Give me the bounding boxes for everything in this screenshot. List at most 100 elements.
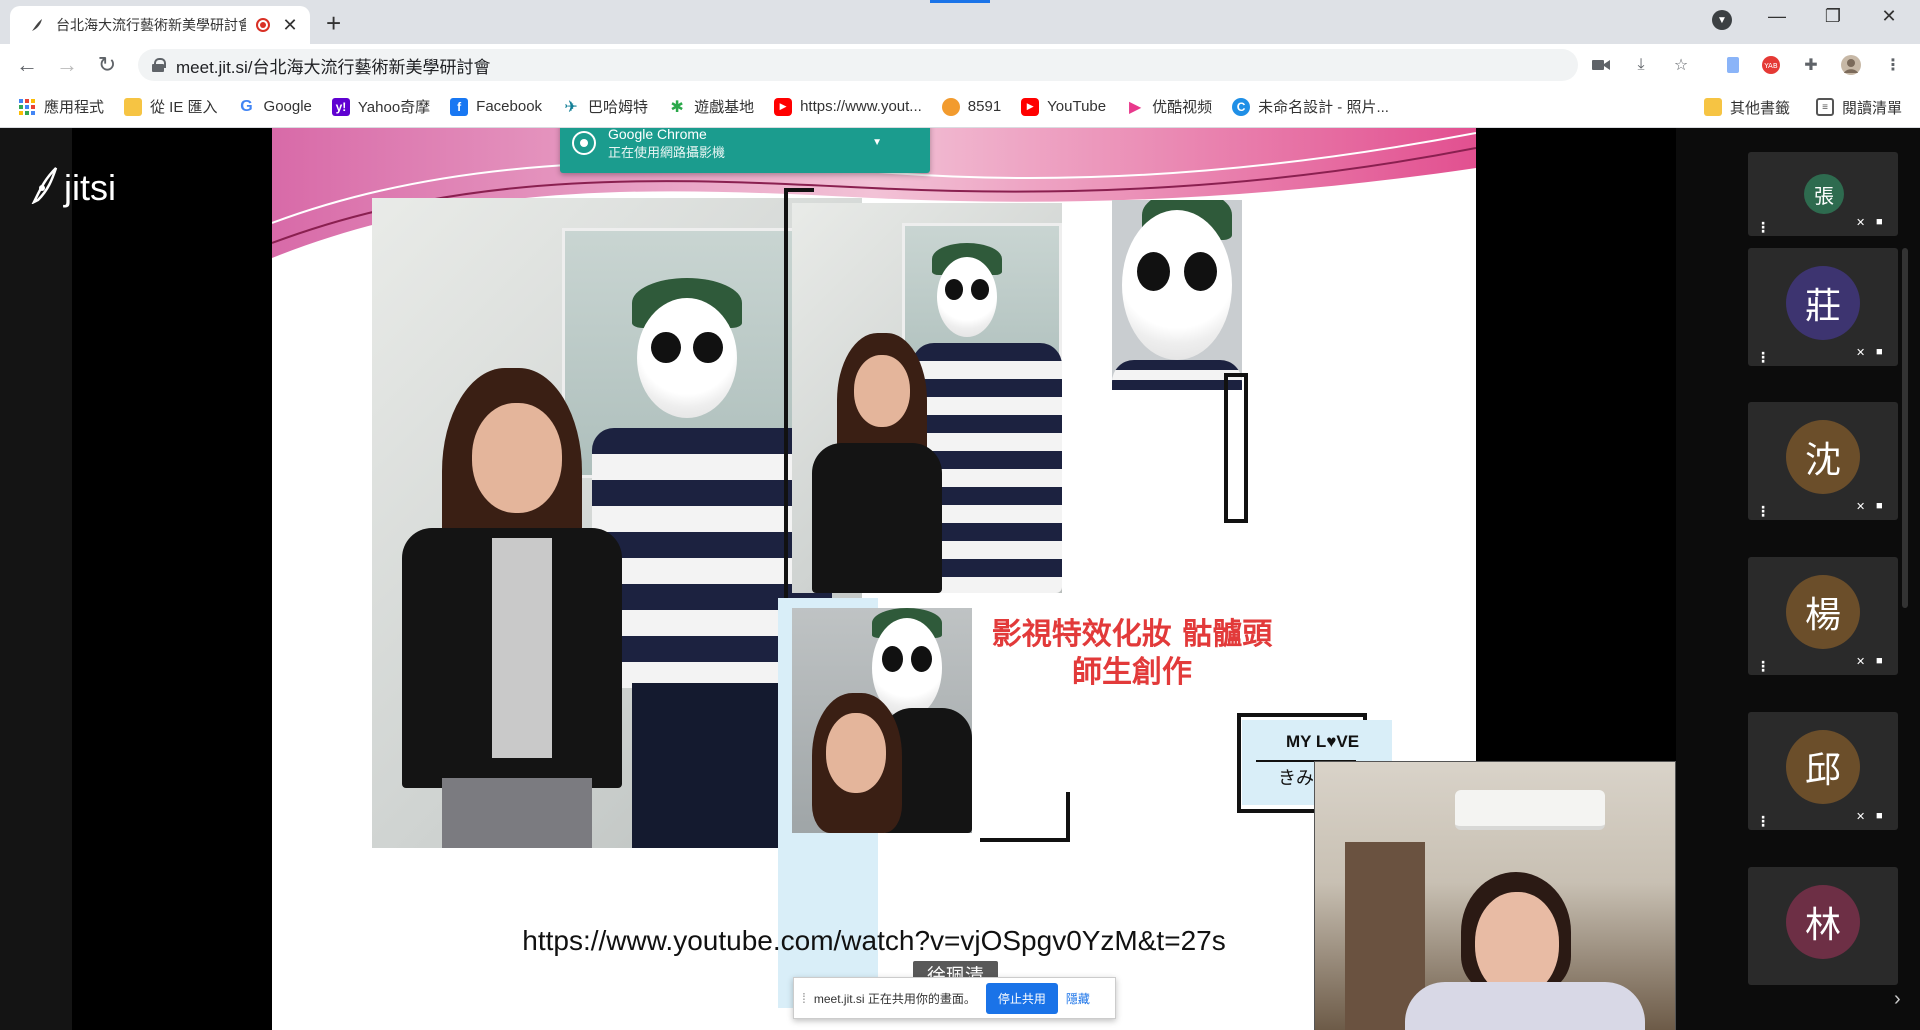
mic-muted-icon: ✕ — [1856, 501, 1866, 513]
participant-tile[interactable]: 邱 ⋮ ✕ ■ — [1748, 712, 1898, 830]
restore-button[interactable]: ❐ — [1818, 6, 1848, 27]
reading-list[interactable]: ≡ 閱讀清單 — [1815, 97, 1902, 118]
collage-photo-pair — [792, 203, 1062, 593]
tab-active[interactable]: 台北海大流行藝術新美學研討會 ✕ — [10, 6, 310, 44]
yahoo-icon: y! — [331, 97, 350, 116]
screen-share-bar: ⁞ meet.jit.si 正在共用你的畫面。 停止共用 隱藏 — [793, 977, 1116, 1019]
shared-screen: 影視特效化妝 骷髗頭 師生創作 MY L♥VE きみにと https://www… — [272, 128, 1476, 1030]
more-options-icon[interactable]: ⋮ — [1756, 814, 1770, 828]
8591-icon — [941, 97, 960, 116]
share-message: meet.jit.si 正在共用你的畫面。 — [813, 991, 976, 1006]
camera-off-icon: ■ — [1876, 500, 1883, 512]
extensions-puzzle-icon[interactable]: ✚ — [1800, 54, 1822, 76]
webcam-icon — [572, 131, 596, 155]
bookmark-youtube-url[interactable]: ▶ https://www.yout... — [774, 97, 922, 116]
mic-muted-icon: ✕ — [1856, 217, 1866, 229]
camera-in-use-icon[interactable] — [1590, 54, 1612, 76]
new-tab-button[interactable]: + — [326, 8, 341, 39]
bookmark-label: Google — [263, 98, 312, 115]
jitsi-logo-text: jitsi — [64, 167, 116, 208]
participant-tile[interactable]: 林 — [1748, 867, 1898, 985]
participant-avatar: 邱 — [1786, 730, 1860, 804]
mic-muted-icon: ✕ — [1856, 656, 1866, 668]
tab-title: 台北海大流行藝術新美學研討會 — [56, 17, 246, 33]
bookmark-google[interactable]: G Google — [238, 98, 312, 116]
bookmark-other[interactable]: 其他書籤 — [1703, 97, 1790, 118]
participant-tile[interactable]: 莊 ⋮ ✕ ■ — [1748, 248, 1898, 366]
reload-button[interactable]: ↻ — [94, 52, 120, 78]
mic-muted-icon: ✕ — [1856, 347, 1866, 359]
more-options-icon[interactable]: ⋮ — [1756, 659, 1770, 673]
url-text[interactable]: meet.jit.si/台北海大流行藝術新美學研討會 — [176, 53, 491, 78]
address-bar[interactable]: meet.jit.si/台北海大流行藝術新美學研討會 — [138, 49, 1578, 81]
bookmark-label: https://www.yout... — [800, 98, 922, 115]
bahamut-icon: ✈ — [564, 98, 578, 116]
chevron-down-icon: ▼ — [1717, 14, 1727, 26]
caption-line: 影視特效化妝 骷髗頭 — [991, 617, 1273, 652]
window-close-button[interactable]: ✕ — [1874, 6, 1904, 27]
bookmark-apps[interactable]: 應用程式 — [18, 96, 104, 117]
youku-icon: ▶ — [1128, 98, 1142, 116]
lock-icon[interactable] — [152, 58, 166, 72]
local-video[interactable] — [1314, 761, 1676, 1030]
bookmarks-right: 其他書籤 ≡ 閱讀清單 — [1703, 86, 1902, 128]
collage-photo-skull-closeup — [1112, 200, 1242, 390]
adblock-extension-icon[interactable]: YAB — [1760, 54, 1782, 76]
folder-icon — [1703, 98, 1722, 116]
profile-avatar[interactable] — [1840, 54, 1862, 76]
more-options-icon[interactable]: ⋮ — [1756, 220, 1770, 234]
tab-close-button[interactable]: ✕ — [280, 15, 300, 36]
participant-tile[interactable]: 沈 ⋮ ✕ ■ — [1748, 402, 1898, 520]
bookmark-label: 閱讀清單 — [1841, 99, 1902, 117]
tab-search-button[interactable]: ▼ — [1712, 10, 1732, 30]
collage-frame-line — [1224, 373, 1248, 523]
bookmark-gamebase[interactable]: ✱ 遊戲基地 — [668, 96, 754, 117]
participant-avatar: 林 — [1786, 885, 1860, 959]
bookmark-youku[interactable]: ▶ 优酷视频 — [1126, 96, 1212, 117]
minimize-button[interactable]: — — [1762, 6, 1792, 27]
install-app-icon[interactable]: ⤓ — [1630, 54, 1652, 76]
filmstrip-scrollbar[interactable] — [1902, 248, 1908, 608]
browser-toolbar: ← → ↻ meet.jit.si/台北海大流行藝術新美學研討會 ⤓ ☆ YAB… — [0, 44, 1920, 86]
bookmark-8591[interactable]: 8591 — [941, 97, 1002, 116]
camera-off-icon: ■ — [1876, 346, 1883, 358]
back-button[interactable]: ← — [14, 52, 40, 78]
reading-list-icon: ≡ — [1815, 98, 1834, 116]
bookmark-label: Facebook — [476, 98, 543, 115]
participant-avatar: 張 — [1804, 174, 1844, 214]
gamebase-icon: ✱ — [670, 98, 684, 116]
camera-in-use-notification[interactable]: Google Chrome 正在使用網路攝影機 ▼ — [560, 128, 930, 173]
hide-share-bar-button[interactable]: 隱藏 — [1066, 990, 1090, 1007]
bookmark-ie-import[interactable]: 從 IE 匯入 — [124, 96, 218, 117]
video-person-face — [1475, 892, 1559, 996]
camera-off-icon: ■ — [1876, 216, 1883, 228]
mylove-title: MY L♥VE — [1286, 732, 1360, 751]
bookmark-youtube[interactable]: ▶ YouTube — [1021, 97, 1106, 116]
caption-line: 師生創作 — [1072, 655, 1192, 690]
forward-button[interactable]: → — [54, 52, 80, 78]
bookmark-facebook[interactable]: f Facebook — [450, 97, 543, 116]
extension-note-icon[interactable] — [1722, 54, 1744, 76]
bookmark-label: 其他書籤 — [1729, 99, 1790, 117]
canva-icon: C — [1232, 97, 1251, 116]
participant-tile[interactable]: 楊 ⋮ ✕ ■ — [1748, 557, 1898, 675]
jitsi-watermark[interactable]: jitsi — [30, 164, 116, 212]
bookmark-canva[interactable]: C 未命名設計 - 照片... — [1232, 96, 1389, 117]
chevron-right-icon[interactable]: › — [1894, 988, 1901, 1011]
more-options-icon[interactable]: ⋮ — [1756, 504, 1770, 518]
bookmark-label: 8591 — [967, 98, 1002, 115]
chevron-down-icon[interactable]: ▼ — [872, 137, 882, 148]
jitsi-logo-icon — [30, 164, 60, 212]
bookmark-yahoo[interactable]: y! Yahoo奇摩 — [331, 96, 430, 117]
bookmark-label: 优酷视频 — [1152, 99, 1213, 116]
camera-off-icon: ■ — [1876, 655, 1883, 667]
stop-sharing-button[interactable]: 停止共用 — [985, 982, 1058, 1014]
drag-handle-icon[interactable]: ⁞ — [802, 990, 806, 1006]
left-panel — [0, 128, 72, 1030]
menu-kebab-icon[interactable]: ⋮ — [1882, 54, 1904, 76]
more-options-icon[interactable]: ⋮ — [1756, 350, 1770, 364]
bookmark-label: 從 IE 匯入 — [150, 99, 218, 116]
participant-tile[interactable]: 張 ⋮ ✕ ■ — [1748, 152, 1898, 236]
bookmark-star-icon[interactable]: ☆ — [1670, 54, 1692, 76]
bookmark-bahamut[interactable]: ✈ 巴哈姆特 — [562, 96, 648, 117]
